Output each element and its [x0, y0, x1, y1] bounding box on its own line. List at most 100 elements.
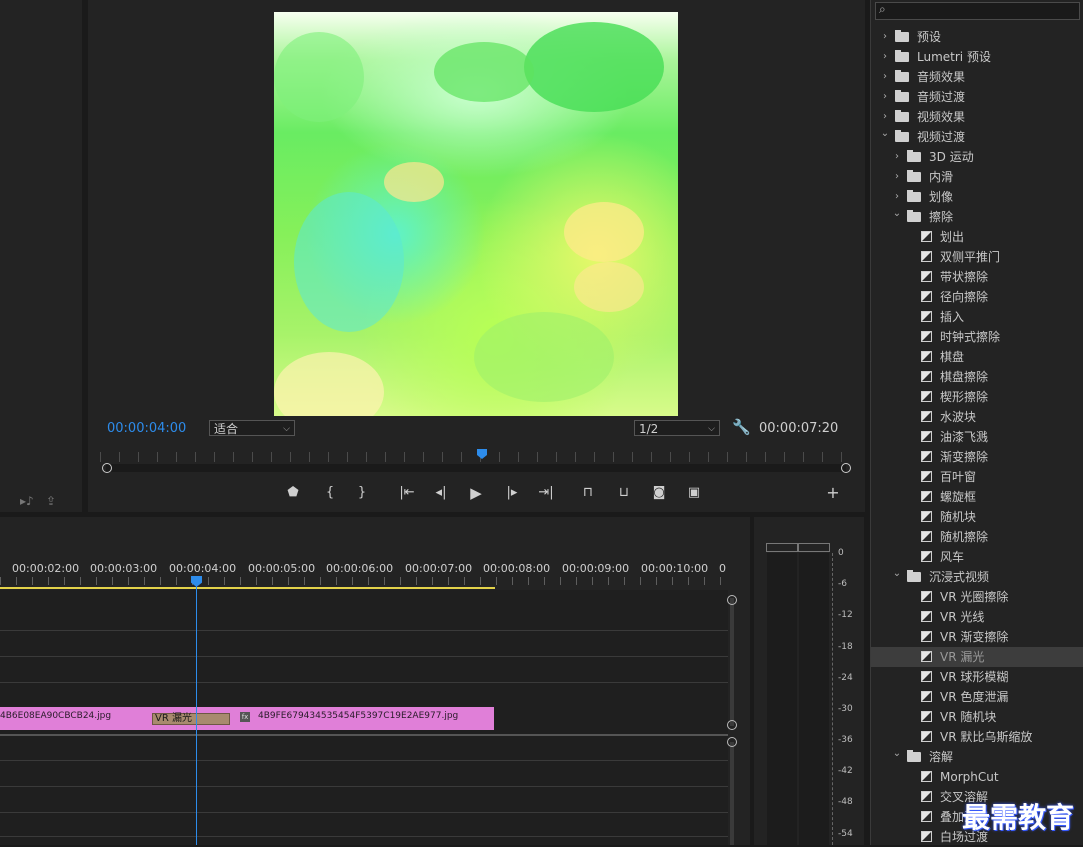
- extract-icon[interactable]: ⊔: [614, 484, 634, 502]
- effects-folder-row[interactable]: › 3D 运动: [871, 147, 1083, 167]
- effect-item-row[interactable]: 径向擦除: [871, 287, 1083, 307]
- effect-item-row[interactable]: 风车: [871, 547, 1083, 567]
- scroll-handle-bottom[interactable]: [727, 720, 737, 730]
- effect-item-row[interactable]: 油漆飞溅: [871, 427, 1083, 447]
- effects-folder-row[interactable]: ⌄ 擦除: [871, 207, 1083, 227]
- effect-item-row[interactable]: VR 渐变擦除: [871, 627, 1083, 647]
- chevron-down-icon[interactable]: ⌄: [892, 564, 902, 584]
- effect-item-row[interactable]: VR 漏光: [871, 647, 1083, 667]
- effect-item-row[interactable]: 百叶窗: [871, 467, 1083, 487]
- go-to-in-icon[interactable]: |⇤: [397, 484, 417, 502]
- ruler-label: 00:00:07:00: [405, 562, 473, 575]
- effect-item-row[interactable]: 渐变擦除: [871, 447, 1083, 467]
- chevron-right-icon[interactable]: ›: [880, 47, 890, 67]
- effect-item-label: 楔形擦除: [940, 390, 989, 404]
- video-preview: [274, 12, 678, 416]
- folder-icon: [907, 190, 921, 202]
- effect-item-row[interactable]: 楔形擦除: [871, 387, 1083, 407]
- step-back-icon[interactable]: ◂|: [431, 484, 451, 502]
- effects-folder-row[interactable]: › 内滑: [871, 167, 1083, 187]
- chevron-right-icon[interactable]: ›: [892, 147, 902, 167]
- transition-effect-icon: [921, 411, 932, 422]
- transition-effect-icon: [921, 371, 932, 382]
- effect-item-row[interactable]: 带状擦除: [871, 267, 1083, 287]
- audio-scroll-handle[interactable]: [727, 737, 737, 747]
- chevron-down-icon[interactable]: ⌄: [880, 124, 890, 144]
- monitor-time-ruler[interactable]: [100, 452, 845, 462]
- chevron-down-icon: ⌵: [283, 424, 290, 434]
- effect-item-row[interactable]: VR 光圈擦除: [871, 587, 1083, 607]
- current-timecode[interactable]: 00:00:04:00: [107, 421, 186, 436]
- resolution-select[interactable]: 1/2 ⌵: [634, 420, 720, 436]
- mark-out-icon[interactable]: }: [352, 484, 372, 502]
- effect-item-label: VR 色度泄漏: [940, 690, 1009, 704]
- effect-item-row[interactable]: VR 默比乌斯缩放: [871, 727, 1083, 747]
- play-icon[interactable]: ▶: [466, 484, 486, 502]
- effect-item-row[interactable]: 随机擦除: [871, 527, 1083, 547]
- chevron-right-icon[interactable]: ›: [880, 27, 890, 47]
- camera-icon[interactable]: ◙: [649, 484, 669, 502]
- fit-select[interactable]: 适合 ⌵: [209, 420, 295, 436]
- effects-folder-row[interactable]: ⌄ 溶解: [871, 747, 1083, 767]
- effects-folder-row[interactable]: ⌄ 视频过渡: [871, 127, 1083, 147]
- effect-item-row[interactable]: 插入: [871, 307, 1083, 327]
- timeline-ruler-ticks[interactable]: [0, 577, 728, 585]
- effects-folder-row[interactable]: › 音频过渡: [871, 87, 1083, 107]
- lift-icon[interactable]: ⊓: [578, 484, 598, 502]
- chevron-down-icon[interactable]: ⌄: [892, 204, 902, 224]
- effect-item-row[interactable]: 螺旋框: [871, 487, 1083, 507]
- transition-effect-icon: [921, 611, 932, 622]
- go-to-out-icon[interactable]: ⇥|: [536, 484, 556, 502]
- audio-scrollbar[interactable]: [730, 742, 734, 845]
- add-button-icon[interactable]: +: [823, 484, 843, 502]
- scrub-start-handle[interactable]: [102, 463, 112, 473]
- timeline-vertical-scrollbar[interactable]: [730, 598, 734, 726]
- chevron-right-icon[interactable]: ›: [880, 87, 890, 107]
- folder-icon: [895, 70, 909, 82]
- effects-search-input[interactable]: ⌕: [875, 2, 1080, 20]
- folder-icon: [895, 90, 909, 102]
- scrub-end-handle[interactable]: [841, 463, 851, 473]
- work-area-bar[interactable]: [0, 587, 495, 589]
- timeline-playhead-line[interactable]: [196, 586, 197, 845]
- effects-folder-row[interactable]: › 音频效果: [871, 67, 1083, 87]
- wrench-icon[interactable]: 🔧: [732, 418, 751, 436]
- transition-effect-icon: [921, 531, 932, 542]
- effect-item-row[interactable]: 水波块: [871, 407, 1083, 427]
- effect-item-label: 螺旋框: [940, 490, 977, 504]
- add-marker-icon[interactable]: ⬟: [283, 484, 303, 502]
- fx-badge: fx: [240, 712, 250, 722]
- scroll-handle-top[interactable]: [727, 595, 737, 605]
- effect-item-row[interactable]: 划出: [871, 227, 1083, 247]
- effect-item-row[interactable]: 时钟式擦除: [871, 327, 1083, 347]
- effect-item-row[interactable]: 棋盘擦除: [871, 367, 1083, 387]
- effect-item-row[interactable]: 棋盘: [871, 347, 1083, 367]
- compare-view-icon[interactable]: ▣: [684, 484, 704, 502]
- chevron-right-icon[interactable]: ›: [880, 67, 890, 87]
- mark-in-icon[interactable]: {: [320, 484, 340, 502]
- effect-item-label: 随机块: [940, 510, 977, 524]
- monitor-scrub-bar[interactable]: [106, 464, 846, 472]
- effect-item-row[interactable]: VR 随机块: [871, 707, 1083, 727]
- chevron-right-icon[interactable]: ›: [892, 167, 902, 187]
- effect-item-row[interactable]: MorphCut: [871, 767, 1083, 787]
- effect-item-row[interactable]: VR 光线: [871, 607, 1083, 627]
- audio-drag-icon[interactable]: ▸♪: [20, 494, 34, 508]
- step-forward-icon[interactable]: |▸: [502, 484, 522, 502]
- db-label: -36: [838, 735, 853, 745]
- ruler-label: 00:00:08:00: [483, 562, 551, 575]
- chevron-down-icon[interactable]: ⌄: [892, 744, 902, 764]
- db-label: -24: [838, 673, 853, 683]
- effect-item-row[interactable]: 双侧平推门: [871, 247, 1083, 267]
- effects-folder-row[interactable]: ⌄ 沉浸式视频: [871, 567, 1083, 587]
- db-label: -12: [838, 610, 853, 620]
- effect-item-row[interactable]: VR 球形模糊: [871, 667, 1083, 687]
- effect-item-row[interactable]: VR 色度泄漏: [871, 687, 1083, 707]
- effects-folder-row[interactable]: › 视频效果: [871, 107, 1083, 127]
- effect-item-label: VR 渐变擦除: [940, 630, 1009, 644]
- effects-folder-row[interactable]: › 预设: [871, 27, 1083, 47]
- effects-folder-row[interactable]: › 划像: [871, 187, 1083, 207]
- effects-folder-row[interactable]: › Lumetri 预设: [871, 47, 1083, 67]
- export-icon[interactable]: ⇪: [46, 494, 56, 508]
- effect-item-row[interactable]: 随机块: [871, 507, 1083, 527]
